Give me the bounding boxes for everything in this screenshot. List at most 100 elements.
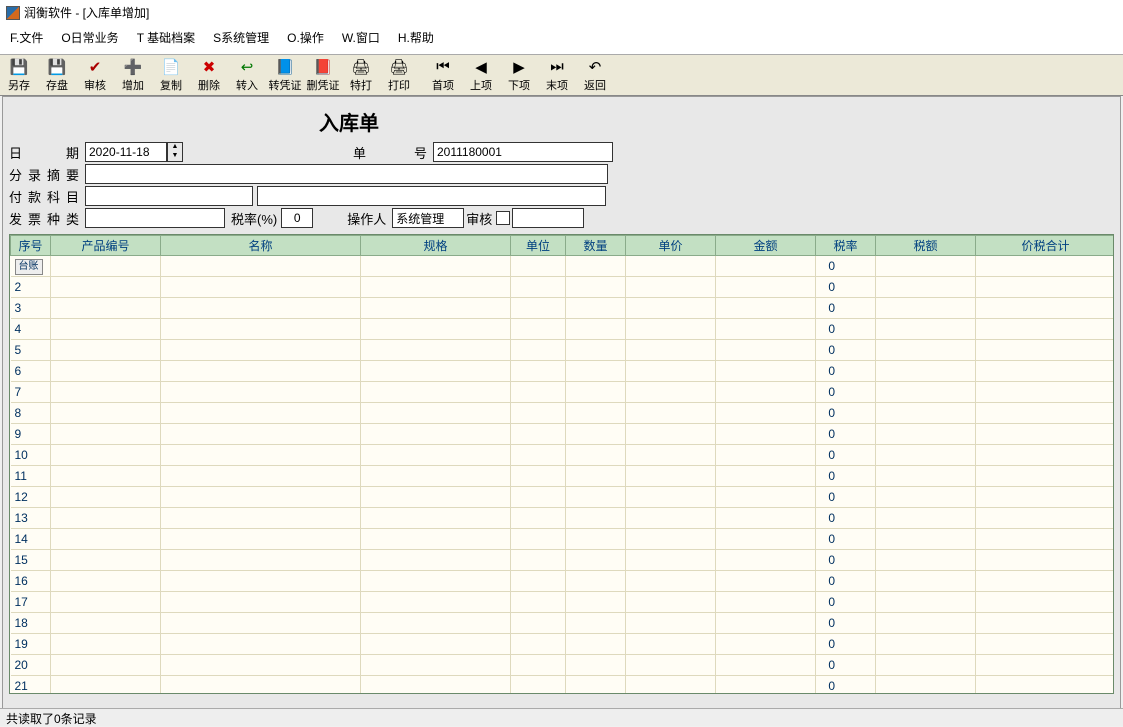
date-input[interactable] xyxy=(85,142,167,162)
window-title: 润衡软件 - [入库单增加] xyxy=(24,4,149,21)
table-row[interactable]: 190 xyxy=(11,634,1115,655)
table-row[interactable]: 50 xyxy=(11,340,1115,361)
toolbar: 💾另存💾存盘✔审核➕增加📄复制✖删除↩转入📘转凭证📕删凭证🖨特打🖨打印⏮首项◀上… xyxy=(0,54,1123,96)
summary-input[interactable] xyxy=(85,164,608,184)
special-print-icon: 🖨 xyxy=(352,58,370,76)
toolbar-label: 删除 xyxy=(198,77,220,93)
invoice-label: 发票种类 xyxy=(9,209,85,228)
voucher-button[interactable]: 📘转凭证 xyxy=(266,55,304,95)
first-icon: ⏮ xyxy=(434,58,452,76)
table-row[interactable]: 150 xyxy=(11,550,1115,571)
delete-button[interactable]: ✖删除 xyxy=(190,55,228,95)
audit-label: 审核 xyxy=(466,209,492,228)
special-print-button[interactable]: 🖨特打 xyxy=(342,55,380,95)
table-row[interactable]: 180 xyxy=(11,613,1115,634)
toolbar-label: 返回 xyxy=(584,77,606,93)
column-header[interactable]: 名称 xyxy=(161,236,361,256)
menu-item[interactable]: T 基础档案 xyxy=(137,29,195,46)
column-header[interactable]: 税额 xyxy=(876,236,976,256)
date-label: 日 期 xyxy=(9,143,85,162)
column-header[interactable]: 数量 xyxy=(566,236,626,256)
table-row[interactable]: 70 xyxy=(11,382,1115,403)
operator-input[interactable] xyxy=(392,208,464,228)
column-header[interactable]: 税率 xyxy=(816,236,876,256)
audit-checkbox[interactable] xyxy=(496,211,510,225)
audit-input[interactable] xyxy=(512,208,584,228)
content-area: 入库单 日 期 ▲▼ 单 号 分录摘要 付款科目 发票种类 税率(%) 操作人 … xyxy=(2,96,1121,720)
menu-item[interactable]: F.文件 xyxy=(10,29,43,46)
back-button[interactable]: ↶返回 xyxy=(576,55,614,95)
save-icon: 💾 xyxy=(48,58,66,76)
summary-label: 分录摘要 xyxy=(9,165,85,184)
toolbar-label: 转凭证 xyxy=(269,77,302,93)
table-row[interactable]: 60 xyxy=(11,361,1115,382)
table-row[interactable]: 110 xyxy=(11,466,1115,487)
date-spinner[interactable]: ▲▼ xyxy=(167,142,183,162)
column-header[interactable]: 单价 xyxy=(626,236,716,256)
first-button[interactable]: ⏮首项 xyxy=(424,55,462,95)
docno-input[interactable] xyxy=(433,142,613,162)
table-row[interactable]: 30 xyxy=(11,298,1115,319)
table-row[interactable]: 80 xyxy=(11,403,1115,424)
voucher-icon: 📘 xyxy=(276,58,294,76)
data-grid[interactable]: 序号产品编号名称规格单位数量单价金额税率税额价税合计台账020304050607… xyxy=(9,234,1114,694)
column-header[interactable]: 单位 xyxy=(511,236,566,256)
next-icon: ▶ xyxy=(510,58,528,76)
toolbar-label: 特打 xyxy=(350,77,372,93)
add-button[interactable]: ➕增加 xyxy=(114,55,152,95)
invoice-input[interactable] xyxy=(85,208,225,228)
save-as-button[interactable]: 💾另存 xyxy=(0,55,38,95)
table-row[interactable]: 90 xyxy=(11,424,1115,445)
table-row[interactable]: 100 xyxy=(11,445,1115,466)
next-button[interactable]: ▶下项 xyxy=(500,55,538,95)
toolbar-label: 复制 xyxy=(160,77,182,93)
account-name-input[interactable] xyxy=(257,186,606,206)
titlebar: 润衡软件 - [入库单增加] xyxy=(0,0,1123,25)
table-row[interactable]: 160 xyxy=(11,571,1115,592)
toolbar-label: 首项 xyxy=(432,77,454,93)
menu-item[interactable]: S系统管理 xyxy=(213,29,269,46)
copy-icon: 📄 xyxy=(162,58,180,76)
taxrate-label: 税率(%) xyxy=(231,209,277,228)
print-icon: 🖨 xyxy=(390,58,408,76)
menu-item[interactable]: O.操作 xyxy=(287,29,324,46)
table-row[interactable]: 40 xyxy=(11,319,1115,340)
toolbar-label: 另存 xyxy=(8,77,30,93)
table-row[interactable]: 210 xyxy=(11,676,1115,695)
toolbar-label: 打印 xyxy=(388,77,410,93)
audit-icon: ✔ xyxy=(86,58,104,76)
document-title: 入库单 xyxy=(249,107,449,136)
menu-item[interactable]: H.帮助 xyxy=(398,29,434,46)
status-text: 共读取了0条记录 xyxy=(6,710,97,725)
column-header[interactable]: 金额 xyxy=(716,236,816,256)
copy-button[interactable]: 📄复制 xyxy=(152,55,190,95)
toolbar-label: 增加 xyxy=(122,77,144,93)
print-button[interactable]: 🖨打印 xyxy=(380,55,418,95)
table-row[interactable]: 200 xyxy=(11,655,1115,676)
del-voucher-button[interactable]: 📕删凭证 xyxy=(304,55,342,95)
table-row[interactable]: 170 xyxy=(11,592,1115,613)
save-button[interactable]: 💾存盘 xyxy=(38,55,76,95)
menubar: F.文件 O日常业务 T 基础档案 S系统管理 O.操作 W.窗口 H.帮助 xyxy=(0,25,1123,54)
taxrate-input[interactable] xyxy=(281,208,313,228)
column-header[interactable]: 序号 xyxy=(11,236,51,256)
operator-label: 操作人 xyxy=(347,209,386,228)
ledger-button[interactable]: 台账 xyxy=(15,259,43,275)
table-row[interactable]: 130 xyxy=(11,508,1115,529)
menu-item[interactable]: W.窗口 xyxy=(342,29,380,46)
delete-icon: ✖ xyxy=(200,58,218,76)
table-row[interactable]: 台账0 xyxy=(11,256,1115,277)
table-row[interactable]: 140 xyxy=(11,529,1115,550)
audit-button[interactable]: ✔审核 xyxy=(76,55,114,95)
prev-button[interactable]: ◀上项 xyxy=(462,55,500,95)
last-button[interactable]: ⏭末项 xyxy=(538,55,576,95)
column-header[interactable]: 价税合计 xyxy=(976,236,1115,256)
column-header[interactable]: 规格 xyxy=(361,236,511,256)
import-button[interactable]: ↩转入 xyxy=(228,55,266,95)
account-code-input[interactable] xyxy=(85,186,253,206)
column-header[interactable]: 产品编号 xyxy=(51,236,161,256)
table-row[interactable]: 120 xyxy=(11,487,1115,508)
toolbar-label: 存盘 xyxy=(46,77,68,93)
table-row[interactable]: 20 xyxy=(11,277,1115,298)
menu-item[interactable]: O日常业务 xyxy=(61,29,118,46)
